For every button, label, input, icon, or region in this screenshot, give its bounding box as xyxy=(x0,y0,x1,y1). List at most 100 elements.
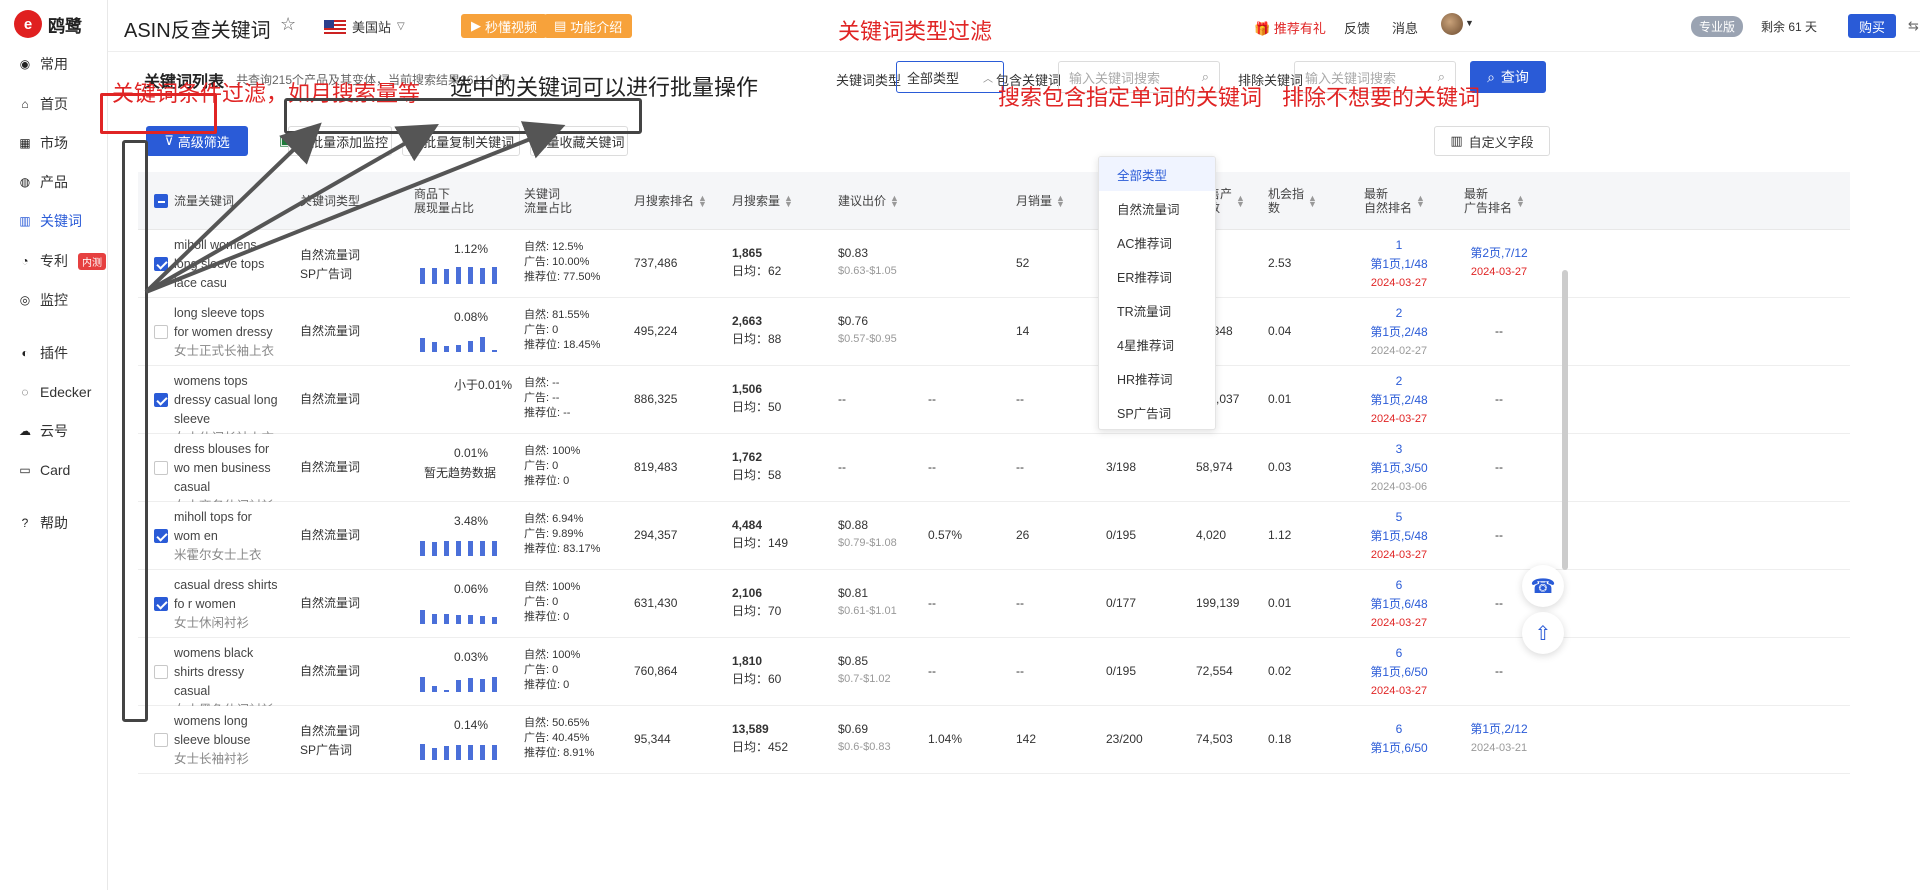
row-checkbox[interactable] xyxy=(154,665,168,679)
product-icon: ◍ xyxy=(19,175,31,189)
sidebar-item-9[interactable]: ☁ 云号 xyxy=(18,419,68,443)
buy-button[interactable]: 购买 xyxy=(1848,14,1896,38)
column-header[interactable]: 最新 自然排名 ▲ ▼ xyxy=(1364,172,1425,230)
natural-rank[interactable]: 6 第1页,6/50 2024-03-27 xyxy=(1364,644,1434,701)
sidebar-item-4[interactable]: ▥ 关键词 xyxy=(18,209,82,233)
select-all-checkbox[interactable] xyxy=(154,194,168,208)
dropdown-option[interactable]: 4星推荐词 xyxy=(1099,327,1215,361)
row-checkbox[interactable] xyxy=(154,393,168,407)
dropdown-option[interactable]: AC推荐词 xyxy=(1099,225,1215,259)
ad-rank[interactable]: -- xyxy=(1464,322,1534,341)
natural-rank[interactable]: 2 第1页,2/48 2024-03-27 xyxy=(1364,372,1434,429)
flow-natural: 自然: 12.5% xyxy=(524,241,584,253)
region-selector[interactable]: 美国站 ▽ xyxy=(324,17,405,36)
ad-rank[interactable]: 第1页,2/12 2024-03-21 xyxy=(1464,720,1534,758)
title-coverage: 23/200 xyxy=(1106,732,1143,746)
message-link[interactable]: 消息 xyxy=(1392,18,1418,37)
feedback-link[interactable]: 反馈 xyxy=(1344,18,1370,37)
recommend-link[interactable]: 🎁 推荐有礼 xyxy=(1254,18,1326,37)
sidebar-item-5[interactable]: ◔ 专利 内测 xyxy=(18,249,106,273)
row-checkbox[interactable] xyxy=(154,597,168,611)
column-header[interactable]: 月搜索排名 ▲ ▼ xyxy=(634,172,707,230)
dropdown-option[interactable]: HR推荐词 xyxy=(1099,361,1215,395)
copy-icon: ⧉ xyxy=(407,133,418,148)
query-button[interactable]: ⌕ 查询 xyxy=(1470,61,1546,93)
ad-rank[interactable]: -- xyxy=(1464,390,1534,409)
scrollbar[interactable] xyxy=(1562,270,1568,570)
row-checkbox[interactable] xyxy=(154,733,168,747)
column-header[interactable]: 最新 广告排名 ▲ ▼ xyxy=(1464,172,1525,230)
keyword-type: 自然流量词 xyxy=(300,392,361,406)
sort-icon[interactable]: ▲▼ xyxy=(1236,194,1245,209)
column-header[interactable]: 关键词 流量占比 xyxy=(524,172,572,230)
sort-icon[interactable]: ▲▼ xyxy=(1516,194,1525,209)
custom-fields-button[interactable]: ▥ 自定义字段 xyxy=(1434,126,1550,156)
natural-rank[interactable]: 5 第1页,5/48 2024-03-27 xyxy=(1364,508,1434,565)
column-header[interactable]: 流量关键词 xyxy=(174,172,234,230)
column-header[interactable]: 月销量 ▲ ▼ xyxy=(1016,172,1065,230)
dropdown-option[interactable]: ER推荐词 xyxy=(1099,259,1215,293)
daily-volume: 日均：62 xyxy=(732,264,782,278)
keyword-cell[interactable]: womens long sleeve blouse 女士长袖衬衫 xyxy=(174,712,278,769)
ad-rank[interactable]: -- xyxy=(1464,594,1534,613)
flow-ad: 广告: -- xyxy=(524,392,560,404)
dropdown-option[interactable]: TR流量词 xyxy=(1099,293,1215,327)
keyword-cell[interactable]: casual dress shirts fo r women 女士休闲衬衫 xyxy=(174,576,278,633)
row-checkbox[interactable] xyxy=(154,529,168,543)
trend-bar xyxy=(456,541,461,556)
sidebar-item-2[interactable]: ▦ 市场 xyxy=(18,131,68,155)
row-checkbox[interactable] xyxy=(154,257,168,271)
row-checkbox[interactable] xyxy=(154,325,168,339)
trend-bar xyxy=(420,744,425,760)
column-header[interactable]: 机会指 数 ▲ ▼ xyxy=(1268,172,1317,230)
type-select[interactable]: 全部类型 ︿ xyxy=(896,61,1004,93)
natural-rank[interactable]: 6 第1页,6/48 2024-03-27 xyxy=(1364,576,1434,633)
flow-natural: 自然: 100% xyxy=(524,445,581,457)
natural-rank[interactable]: 3 第1页,3/50 2024-03-06 xyxy=(1364,440,1434,497)
sidebar-item-6[interactable]: ◎ 监控 xyxy=(18,288,68,312)
sidebar-item-8[interactable]: ◌ Edecker xyxy=(18,380,91,404)
sort-icon[interactable]: ▲▼ xyxy=(784,194,793,209)
sidebar-item-11[interactable]: ? 帮助 xyxy=(18,511,68,535)
column-header[interactable]: 关键词类型 xyxy=(300,172,360,230)
favorite-star-icon[interactable]: ☆ xyxy=(280,14,296,35)
dropdown-option[interactable]: SP广告词 xyxy=(1099,395,1215,429)
brand-logo[interactable]: e 鸥鹭 xyxy=(14,10,82,38)
natural-rank[interactable]: 1 第1页,1/48 2024-03-27 xyxy=(1364,236,1434,293)
dropdown-option[interactable]: 自然流量词 xyxy=(1099,191,1215,225)
sidebar-item-7[interactable]: ◐ 插件 xyxy=(18,341,68,365)
sidebar-item-1[interactable]: ⌂ 首页 xyxy=(18,92,68,116)
intro-button[interactable]: ▤ 功能介绍 xyxy=(544,14,633,38)
ad-rank[interactable]: 第2页,7/12 2024-03-27 xyxy=(1464,244,1534,282)
sidebar-item-10[interactable]: ▭ Card xyxy=(18,458,70,482)
video-button[interactable]: ▶ 秒懂视频 xyxy=(461,14,548,38)
avatar[interactable] xyxy=(1441,13,1463,35)
row-checkbox[interactable] xyxy=(154,461,168,475)
keyword-cell[interactable]: long sleeve tops for women dressy 女士正式长袖上… xyxy=(174,304,278,361)
ad-rank[interactable]: -- xyxy=(1464,662,1534,681)
column-header[interactable]: 商品下 展现量占比 xyxy=(414,172,474,230)
sort-icon[interactable]: ▲▼ xyxy=(1416,194,1425,209)
ad-rank[interactable]: -- xyxy=(1464,458,1534,477)
flow-share: 自然: 81.55% 广告: 0 推荐位: 18.45% xyxy=(524,308,600,353)
intro-button-label: 功能介绍 xyxy=(570,19,623,35)
ad-rank[interactable]: -- xyxy=(1464,526,1534,545)
natural-rank-date: 2024-03-06 xyxy=(1370,481,1428,493)
sort-icon[interactable]: ▲▼ xyxy=(890,194,899,209)
support-icon[interactable]: ☎ xyxy=(1522,565,1564,607)
avatar-menu-chevron-icon[interactable]: ▼ xyxy=(1465,18,1474,28)
sort-icon[interactable]: ▲▼ xyxy=(698,194,707,209)
flow-ad: 广告: 0 xyxy=(524,324,559,336)
back-to-top-icon[interactable]: ⇧ xyxy=(1522,612,1564,654)
column-header[interactable]: 建议出价 ▲ ▼ xyxy=(838,172,899,230)
sidebar-item-0[interactable]: ◉ 常用 xyxy=(18,52,68,76)
sort-icon[interactable]: ▲▼ xyxy=(1056,194,1065,209)
sort-icon[interactable]: ▲▼ xyxy=(1308,194,1317,209)
keyword-cell[interactable]: miholl tops for wom en 米霍尔女士上衣 xyxy=(174,508,278,565)
dropdown-option[interactable]: 全部类型 xyxy=(1099,157,1215,191)
sidebar-item-3[interactable]: ◍ 产品 xyxy=(18,170,68,194)
switch-icon[interactable]: ⇆ xyxy=(1908,18,1919,34)
column-header[interactable]: 月搜索量 ▲ ▼ xyxy=(732,172,793,230)
natural-rank[interactable]: 2 第1页,2/48 2024-02-27 xyxy=(1364,304,1434,361)
natural-rank[interactable]: 6 第1页,6/50 xyxy=(1364,720,1434,758)
